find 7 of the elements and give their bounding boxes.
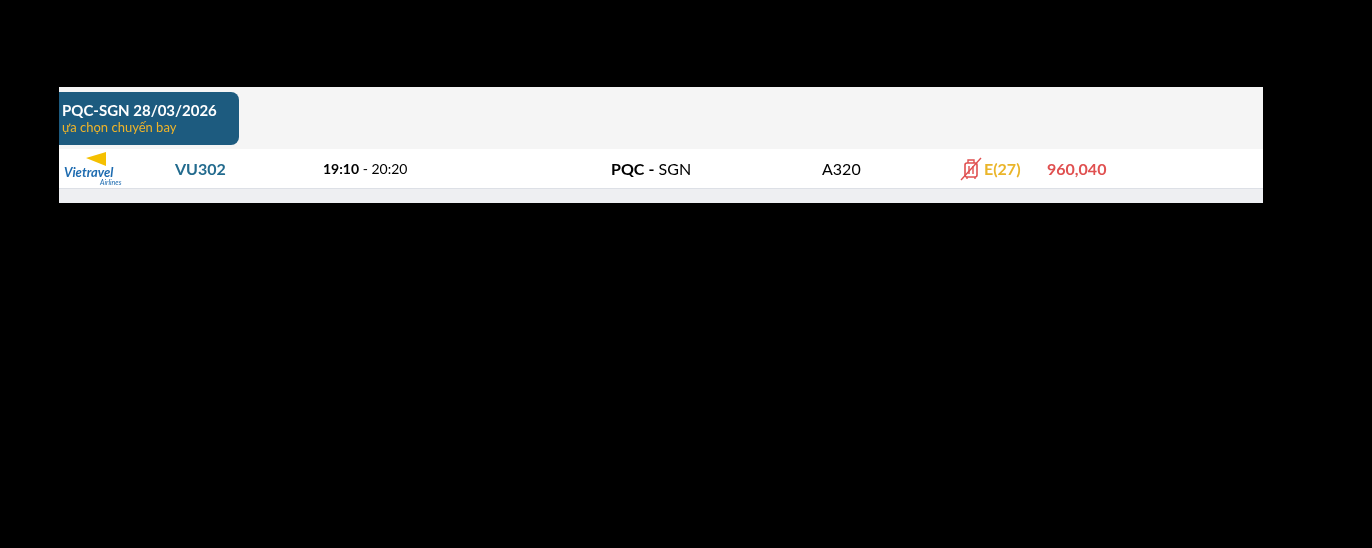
aircraft-type: A320 <box>822 157 862 180</box>
route-tab[interactable]: PQC-SGN 28/03/2026 ựa chọn chuyến bay <box>59 92 239 145</box>
route: PQC - SGN <box>611 157 693 180</box>
flight-number: VU302 <box>175 157 227 180</box>
flight-times: 19:10 - 20:20 <box>323 159 409 179</box>
price: 960,040 <box>1047 157 1107 180</box>
fare-class: E(27) <box>984 157 1022 180</box>
